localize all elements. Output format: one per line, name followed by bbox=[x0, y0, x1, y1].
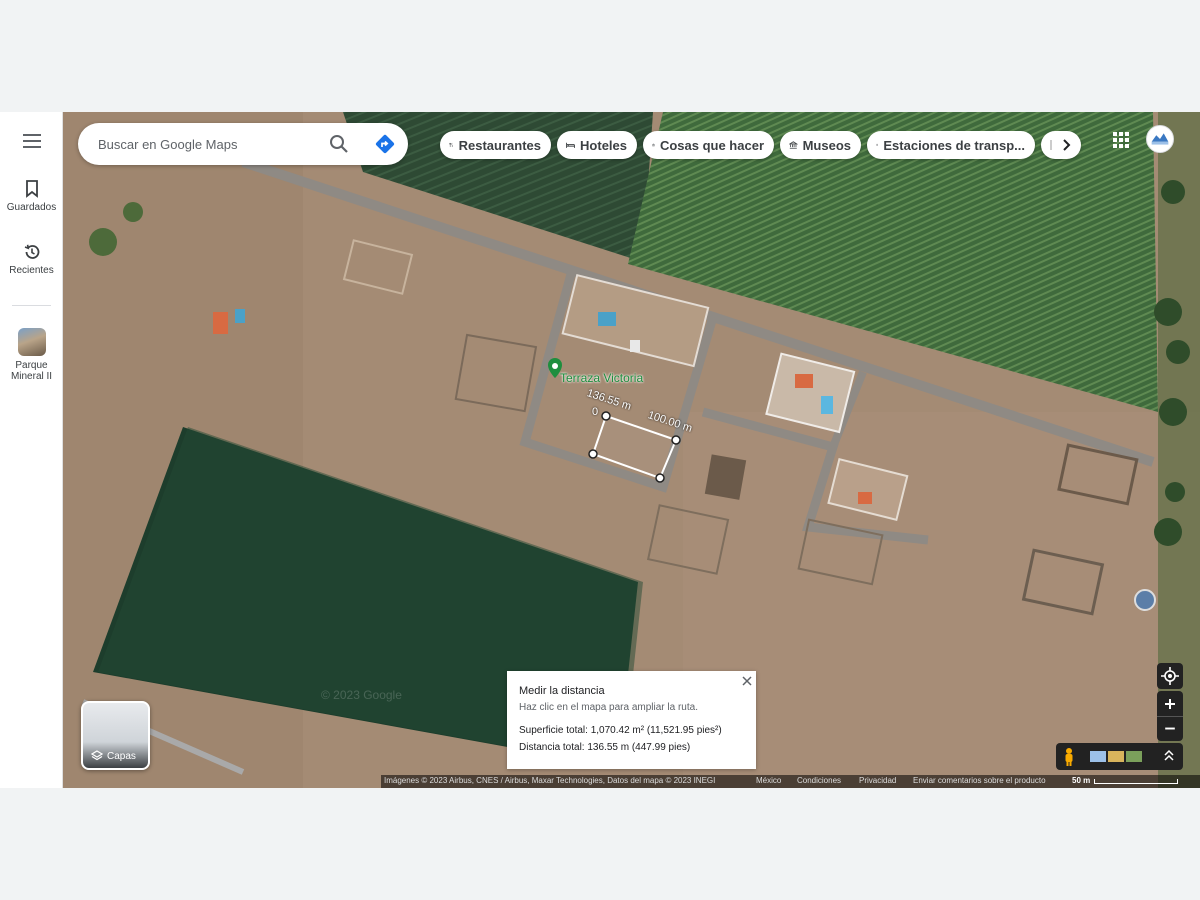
chip-label: Restaurantes bbox=[458, 137, 541, 153]
measure-area: Superficie total: 1,070.42 m² (11,521.95… bbox=[519, 725, 722, 736]
chip-label: Museos bbox=[802, 137, 851, 153]
saved-button[interactable]: Guardados bbox=[0, 180, 63, 213]
my-location-button[interactable] bbox=[1157, 663, 1183, 689]
chip-label: Hoteles bbox=[580, 137, 627, 153]
map-watermark: © 2023 Google bbox=[321, 688, 402, 702]
close-icon[interactable] bbox=[740, 674, 754, 688]
chip-label: Estaciones de transp... bbox=[883, 137, 1025, 153]
chip-label: Cosas que hacer bbox=[659, 137, 764, 153]
history-icon bbox=[24, 244, 39, 259]
zoom-controls bbox=[1157, 691, 1183, 741]
bookmark-icon bbox=[25, 180, 38, 198]
saved-label: Guardados bbox=[6, 202, 57, 213]
search-input[interactable] bbox=[98, 134, 318, 154]
feedback-link[interactable]: Enviar comentarios sobre el producto bbox=[913, 776, 1046, 785]
measure-subtitle: Haz clic en el mapa para ampliar la ruta… bbox=[519, 702, 698, 713]
imagery-credits: Imágenes © 2023 Airbus, CNES / Airbus, M… bbox=[384, 776, 716, 785]
measure-distance: Distancia total: 136.55 m (447.99 pies) bbox=[519, 742, 691, 753]
minus-icon bbox=[1165, 727, 1175, 730]
chip-estaciones[interactable]: Estaciones de transp... bbox=[867, 131, 1035, 159]
place-thumbnail bbox=[17, 328, 46, 356]
place-label-line1: Parque bbox=[15, 360, 48, 371]
place-label-line2: Mineral II bbox=[10, 371, 53, 382]
place-label-terraza-victoria[interactable]: Terraza Victoria bbox=[560, 371, 643, 385]
camera-icon bbox=[652, 143, 655, 147]
measure-distance-panel: Medir la distancia Haz clic en el mapa p… bbox=[507, 671, 756, 769]
pegman-and-imagery-icons bbox=[1065, 748, 1174, 766]
location-target-icon bbox=[1161, 667, 1179, 685]
scale-bar bbox=[1094, 779, 1178, 784]
layers-button[interactable]: Capas bbox=[81, 701, 150, 770]
terms-link[interactable]: Condiciones bbox=[797, 776, 841, 785]
chip-hoteles[interactable]: Hoteles bbox=[557, 131, 637, 159]
satellite-map[interactable]: 136.55 m 100.00 m 0 Terraza Victoria © 2… bbox=[63, 112, 1200, 788]
pegman-icon bbox=[1065, 748, 1073, 766]
avatar-logo-icon bbox=[1151, 133, 1169, 145]
recent-place-parque-mineral[interactable]: Parque Mineral II bbox=[0, 328, 63, 382]
chip-cosas-que-hacer[interactable]: Cosas que hacer bbox=[643, 131, 774, 159]
street-view-and-imagery-bar bbox=[1056, 743, 1183, 770]
transit-icon bbox=[876, 143, 878, 146]
search-icon[interactable] bbox=[328, 133, 350, 155]
fork-knife-icon bbox=[449, 142, 453, 148]
measure-label-c: 0 bbox=[592, 406, 599, 418]
country-link[interactable]: México bbox=[756, 776, 781, 785]
directions-icon[interactable] bbox=[373, 132, 397, 156]
museum-icon bbox=[789, 141, 798, 149]
plus-icon bbox=[1165, 699, 1175, 709]
chips-scroll-right-button[interactable] bbox=[1041, 131, 1081, 159]
recent-button[interactable]: Recientes bbox=[0, 243, 63, 276]
measure-title: Medir la distancia bbox=[519, 685, 605, 697]
layers-icon bbox=[91, 750, 103, 761]
recent-label: Recientes bbox=[9, 265, 54, 276]
privacy-link[interactable]: Privacidad bbox=[859, 776, 896, 785]
rail-divider bbox=[12, 305, 51, 306]
maps-window: Guardados Recientes Parque Mineral II 13… bbox=[0, 112, 1200, 788]
chip-restaurantes[interactable]: Restaurantes bbox=[440, 131, 551, 159]
search-box bbox=[78, 123, 408, 165]
apps-grid-icon[interactable] bbox=[1112, 131, 1130, 149]
hamburger-menu-icon bbox=[22, 134, 41, 148]
map-footer: Imágenes © 2023 Airbus, CNES / Airbus, M… bbox=[381, 775, 1200, 788]
zoom-in-button[interactable] bbox=[1157, 691, 1183, 716]
bed-icon bbox=[566, 142, 575, 148]
scale-label[interactable]: 50 m bbox=[1072, 776, 1090, 785]
layers-label-group: Capas bbox=[91, 750, 136, 762]
left-rail: Guardados Recientes Parque Mineral II bbox=[0, 112, 63, 788]
chevron-right-icon bbox=[1050, 139, 1071, 151]
account-avatar[interactable] bbox=[1146, 125, 1174, 153]
zoom-out-button[interactable] bbox=[1157, 716, 1183, 741]
layers-label: Capas bbox=[107, 750, 136, 762]
menu-button[interactable] bbox=[0, 134, 63, 152]
chip-museos[interactable]: Museos bbox=[780, 131, 861, 159]
